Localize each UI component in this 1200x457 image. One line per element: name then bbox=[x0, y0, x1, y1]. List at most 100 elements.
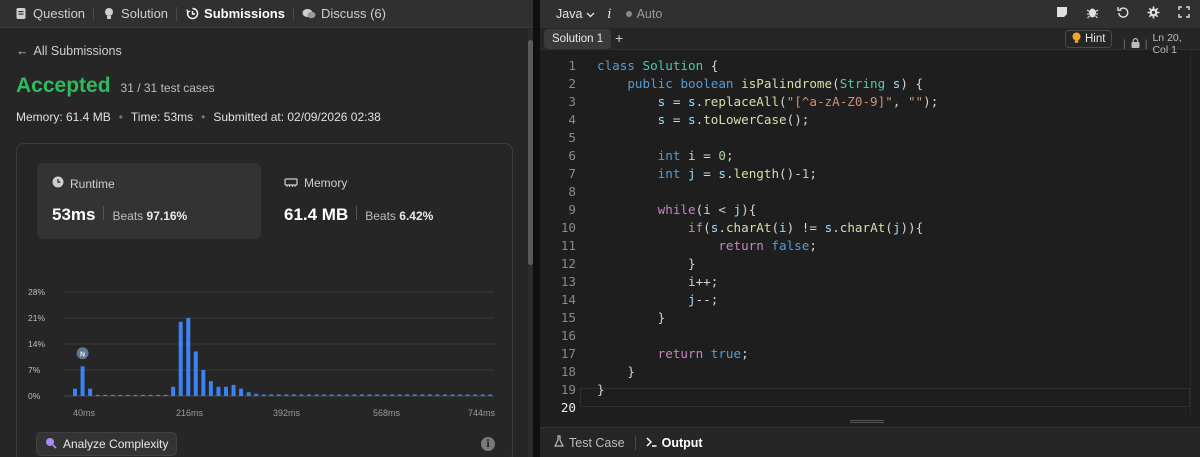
chart-bar bbox=[344, 394, 349, 396]
all-submissions-link[interactable]: ← All Submissions bbox=[16, 44, 122, 58]
chart-bar bbox=[405, 394, 410, 396]
tab-solution-label: Solution bbox=[121, 6, 169, 21]
chart-bar bbox=[480, 394, 485, 396]
chart-bar bbox=[390, 394, 395, 396]
runtime-beats: Beats 97.16% bbox=[112, 209, 187, 223]
tab-solution[interactable]: Solution bbox=[94, 0, 176, 28]
code-line: s = s.toLowerCase(); bbox=[657, 112, 810, 127]
solution-tabs-bar: Solution 1 + Hint | | Ln 20, Col 1 bbox=[540, 28, 1200, 56]
chart-bar bbox=[163, 394, 168, 396]
flask-icon bbox=[554, 435, 564, 450]
line-number: 18 bbox=[560, 364, 576, 379]
settings-gear-icon[interactable] bbox=[1147, 6, 1160, 22]
y-tick-label: 7% bbox=[28, 365, 41, 375]
code-line: } bbox=[597, 364, 635, 379]
console-resize-grip[interactable] bbox=[850, 420, 884, 423]
meta-separator: • bbox=[118, 110, 123, 124]
chart-bar bbox=[110, 394, 115, 396]
chart-bar bbox=[284, 394, 289, 396]
clock-icon bbox=[52, 176, 64, 191]
memory-value-row: 61.4 MB Beats 6.42% bbox=[284, 205, 433, 225]
chart-bar bbox=[397, 394, 402, 396]
auto-mode-toggle[interactable]: Auto bbox=[625, 7, 662, 21]
analyze-complexity-button[interactable]: Analyze Complexity bbox=[36, 432, 178, 456]
panel-resize-divider[interactable] bbox=[533, 0, 540, 457]
chart-bar bbox=[95, 394, 100, 396]
memory-stat[interactable]: Memory 61.4 MB Beats 6.42% bbox=[269, 163, 493, 239]
code-line: } bbox=[597, 256, 696, 271]
note-icon[interactable] bbox=[1056, 6, 1068, 22]
editor-actions bbox=[1056, 6, 1190, 22]
chart-bar bbox=[427, 394, 432, 396]
tab-solution-1[interactable]: Solution 1 bbox=[544, 29, 612, 49]
code-editor-panel: Java i Auto Solution 1 + Hint | | Ln 20,… bbox=[540, 0, 1200, 457]
chart-bar bbox=[156, 394, 161, 396]
code-line: return false; bbox=[718, 238, 817, 253]
submission-meta: Memory: 61.4 MB • Time: 53ms • Submitted… bbox=[16, 110, 381, 124]
editor-scrollbar[interactable] bbox=[1190, 50, 1200, 415]
chart-bar bbox=[435, 394, 440, 396]
chart-bar bbox=[103, 394, 108, 396]
italic-info-button[interactable]: i bbox=[607, 7, 611, 22]
editor-toolbar: Java i Auto bbox=[540, 0, 1200, 28]
chart-bar bbox=[322, 394, 327, 396]
line-number: 17 bbox=[560, 346, 576, 361]
code-line: i++; bbox=[688, 274, 719, 289]
current-line-highlight bbox=[580, 388, 1190, 407]
info-icon[interactable]: i bbox=[481, 437, 495, 451]
code-line: } bbox=[597, 382, 605, 397]
chart-bar bbox=[458, 394, 463, 396]
code-line: return true; bbox=[657, 346, 749, 361]
runtime-title: Runtime bbox=[52, 176, 115, 191]
tab-discuss-label: Discuss (6) bbox=[320, 6, 386, 21]
x-tick-label: 568ms bbox=[373, 408, 401, 418]
analyze-complexity-label: Analyze Complexity bbox=[63, 437, 169, 451]
memory-title: Memory bbox=[284, 176, 347, 190]
test-case-tab[interactable]: Test Case bbox=[554, 435, 625, 450]
fullscreen-icon[interactable] bbox=[1178, 6, 1190, 22]
memory-beats-value: 6.42% bbox=[399, 209, 434, 223]
code-line: int i = 0; bbox=[657, 148, 734, 163]
submissions-panel: Question Solution Submissions Discuss (6… bbox=[0, 0, 533, 457]
chart-bar bbox=[224, 386, 228, 396]
document-icon bbox=[14, 7, 28, 21]
test-cases-count: 31 / 31 test cases bbox=[120, 81, 215, 95]
chart-bar bbox=[314, 394, 319, 396]
line-number: 9 bbox=[568, 202, 576, 217]
chart-bar bbox=[201, 370, 206, 396]
chart-bar bbox=[465, 394, 470, 396]
code-line: public boolean isPalindrome(String s) { bbox=[627, 76, 924, 91]
chart-bar bbox=[299, 394, 304, 396]
chart-bar bbox=[291, 394, 296, 396]
chart-bar bbox=[73, 388, 77, 396]
code-area[interactable]: 1 2 3 4 5 6 7 8 9 10 11 12 13 14 15 16 17 18 19 20 class So… bbox=[540, 55, 1190, 415]
x-tick-label: 392ms bbox=[273, 408, 301, 418]
chart-bar bbox=[442, 394, 447, 396]
chart-bar bbox=[488, 394, 493, 396]
runtime-beats-prefix: Beats bbox=[112, 209, 147, 223]
runtime-stat[interactable]: Runtime 53ms Beats 97.16% bbox=[37, 163, 261, 239]
runtime-beats-value: 97.16% bbox=[146, 209, 188, 223]
lock-icon[interactable] bbox=[1131, 37, 1140, 51]
line-number: 5 bbox=[568, 130, 576, 145]
tab-question[interactable]: Question bbox=[6, 0, 93, 28]
chart-bar bbox=[178, 321, 183, 396]
hint-button[interactable]: Hint bbox=[1065, 30, 1113, 48]
hint-bulb-icon bbox=[1072, 32, 1081, 47]
tab-submissions[interactable]: Submissions bbox=[177, 0, 293, 28]
chart-bar bbox=[186, 318, 191, 396]
line-number: 4 bbox=[568, 112, 576, 127]
debug-bug-icon[interactable] bbox=[1086, 6, 1099, 22]
chart-bar bbox=[261, 394, 266, 396]
add-solution-tab-button[interactable]: + bbox=[615, 30, 623, 46]
y-tick-label: 14% bbox=[28, 339, 45, 349]
reset-icon[interactable] bbox=[1117, 6, 1129, 22]
x-tick-label: 744ms bbox=[468, 408, 496, 418]
chart-bar bbox=[208, 381, 213, 396]
chat-icon bbox=[302, 7, 316, 21]
output-tab[interactable]: Output bbox=[646, 436, 703, 450]
line-number: 16 bbox=[560, 328, 576, 343]
chart-bar bbox=[450, 394, 455, 396]
tab-discuss[interactable]: Discuss (6) bbox=[294, 0, 394, 28]
language-select[interactable]: Java bbox=[556, 7, 595, 21]
